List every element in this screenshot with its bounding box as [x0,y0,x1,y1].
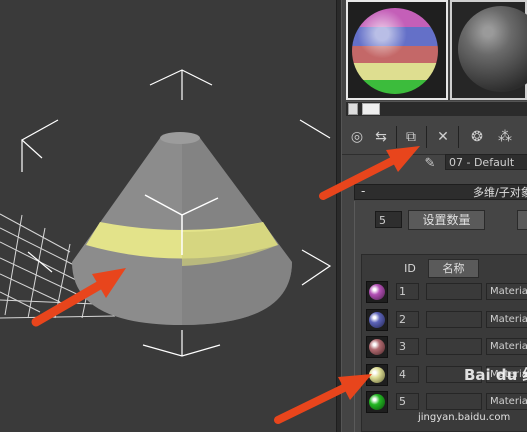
set-count-button[interactable]: 设置数量 [408,210,485,230]
material-toolbar: ◎ ⇆ ⧉ ✕ ❂ ⁂ [342,118,527,155]
perspective-viewport[interactable] [0,0,336,432]
get-material-icon[interactable]: ◎ [346,126,368,148]
swatch-sphere [369,284,385,300]
material-swatch[interactable] [366,391,388,413]
sub-material-row[interactable]: 1 Materia [361,280,527,306]
scroll-left-button[interactable] [348,103,358,115]
eyedropper-icon[interactable]: ✎ [420,154,440,172]
row-id-field[interactable]: 5 [396,393,419,410]
row-name-field[interactable] [426,393,482,410]
delete-material-icon[interactable]: ✕ [432,126,454,148]
row-name-field[interactable] [426,311,482,328]
material-editor-panel: ◎ ⇆ ⧉ ✕ ❂ ⁂ ✎ 07 - Default - 多维/子对象 5 设置… [342,0,527,432]
material-name-row: ✎ 07 - Default [342,154,527,174]
row-material-button[interactable]: Materia [486,338,527,355]
multi-sub-rollout-header[interactable]: - 多维/子对象 [354,184,527,200]
swatch-sphere [369,367,385,383]
column-header-name[interactable]: 名称 [428,259,479,278]
material-swatch[interactable] [366,309,388,331]
make-unique-icon[interactable]: ⁂ [494,126,516,148]
assign-to-selection-icon[interactable]: ⧉ [400,126,422,148]
swatch-sphere [369,394,385,410]
row-material-button[interactable]: Materia [486,393,527,410]
material-count-field[interactable]: 5 [375,211,402,228]
scroll-thumb[interactable] [362,103,380,115]
copy-material-icon[interactable]: ❂ [466,126,488,148]
slot-scrollbar[interactable] [346,101,527,116]
put-to-scene-icon[interactable]: ⇆ [370,126,392,148]
add-button[interactable] [517,210,527,230]
cone-top-cap [160,132,200,144]
sample-slot-1[interactable] [346,0,448,100]
row-id-field[interactable]: 3 [396,338,419,355]
material-name-field[interactable]: 07 - Default [445,154,527,170]
multi-sub-material-sphere [352,8,438,94]
sub-material-row[interactable]: 5 Materia [361,390,527,416]
material-swatch[interactable] [366,364,388,386]
material-swatch[interactable] [366,336,388,358]
viewport-scene [0,69,332,357]
row-material-button[interactable]: Materia [486,311,527,328]
material-swatch[interactable] [366,281,388,303]
sub-material-row[interactable]: 4 Materia [361,363,527,389]
row-name-field[interactable] [426,338,482,355]
swatch-sphere [369,312,385,328]
sub-material-row[interactable]: 3 Materia [361,335,527,361]
row-id-field[interactable]: 4 [396,366,419,383]
row-id-field[interactable]: 2 [396,311,419,328]
row-name-field[interactable] [426,366,482,383]
swatch-sphere [369,339,385,355]
default-material-sphere [458,6,527,92]
row-name-field[interactable] [426,283,482,300]
row-id-field[interactable]: 1 [396,283,419,300]
row-material-button[interactable]: Materia [486,283,527,300]
column-header-id[interactable]: ID [398,260,422,277]
sub-material-row[interactable]: 2 Materia [361,308,527,334]
rollout-title: 多维/子对象 [473,186,527,199]
sample-slot-2[interactable] [450,0,527,100]
row-material-button[interactable]: Materia [486,366,527,383]
collapse-icon: - [361,184,366,198]
